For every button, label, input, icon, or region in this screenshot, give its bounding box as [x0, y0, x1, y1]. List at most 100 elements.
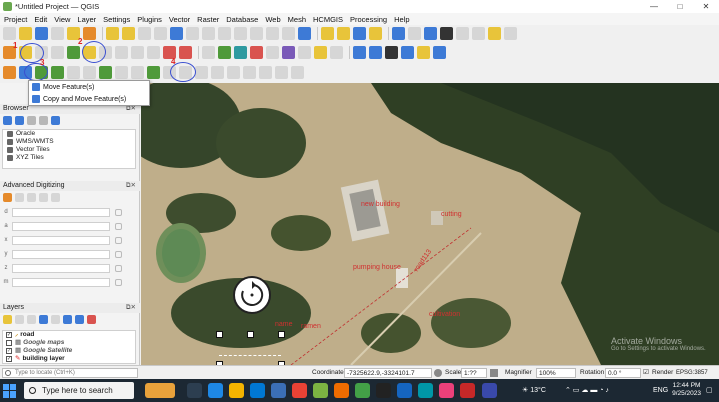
layer-item-building-layer[interactable]: ✓ ✎ building layer — [3, 355, 135, 363]
annotation-icon[interactable] — [488, 27, 501, 40]
deselect-icon[interactable] — [353, 27, 366, 40]
construction-icon[interactable] — [15, 193, 24, 202]
floater-icon[interactable] — [51, 193, 60, 202]
notification-icon[interactable]: ▢ — [706, 379, 713, 402]
panel-close-icon[interactable]: ⧉✕ — [126, 181, 136, 191]
vertex-handle[interactable] — [216, 331, 223, 338]
lock-icon[interactable] — [115, 278, 122, 286]
settings-icon[interactable] — [424, 27, 437, 40]
zoom-next-icon[interactable] — [250, 27, 263, 40]
select-features-icon[interactable] — [337, 27, 350, 40]
new-map-view-icon[interactable] — [266, 27, 279, 40]
statistics-icon[interactable] — [440, 27, 453, 40]
merge-attributes-icon[interactable] — [259, 66, 272, 79]
vscode-icon[interactable] — [397, 383, 412, 398]
help-book-icon[interactable] — [433, 45, 446, 59]
open-project-icon[interactable] — [19, 27, 32, 40]
minimize-button[interactable]: — — [641, 0, 667, 13]
filter-icon[interactable] — [27, 116, 36, 125]
app-icon[interactable] — [418, 383, 433, 398]
toolbox-icon[interactable] — [456, 27, 469, 40]
qgis-taskbar-icon[interactable] — [313, 383, 328, 398]
language-indicator[interactable]: ENG — [653, 379, 668, 402]
scale-field[interactable]: 1:?? — [461, 368, 487, 378]
zoom-last-icon[interactable] — [234, 27, 247, 40]
menu-edit[interactable]: Edit — [34, 15, 47, 24]
more-tools-icon[interactable] — [291, 66, 304, 79]
label-show-icon[interactable] — [250, 45, 263, 59]
app-icon[interactable] — [439, 383, 454, 398]
zoom-layer-icon[interactable] — [202, 27, 215, 40]
z-input[interactable] — [12, 263, 110, 273]
layer-checkbox[interactable] — [6, 340, 12, 346]
label-rotate-icon[interactable] — [282, 45, 295, 59]
snapping-icon[interactable] — [39, 193, 48, 202]
map-zoom-icon[interactable] — [353, 45, 366, 59]
save-as-icon[interactable] — [51, 27, 64, 40]
menu-help[interactable]: Help — [394, 15, 409, 24]
menu-plugins[interactable]: Plugins — [137, 15, 162, 24]
layer-icon[interactable] — [401, 45, 414, 59]
cut-features-icon[interactable] — [115, 45, 128, 59]
maximize-button[interactable]: □ — [667, 0, 693, 13]
zoom-native-icon[interactable] — [218, 27, 231, 40]
menu-mesh[interactable]: Mesh — [288, 15, 306, 24]
menu-raster[interactable]: Raster — [197, 15, 219, 24]
rotation-widget[interactable] — [233, 276, 271, 314]
panel-close-icon[interactable]: ⧉✕ — [126, 303, 136, 313]
copy-features-icon[interactable] — [131, 45, 144, 59]
map-zoom-out-icon[interactable] — [369, 45, 382, 59]
label-change-icon[interactable] — [298, 45, 311, 59]
enable-advanced-digitizing-icon[interactable] — [3, 193, 12, 202]
layer-checkbox[interactable]: ✓ — [6, 348, 12, 354]
split-parts-icon[interactable] — [227, 66, 240, 79]
label-highlight-icon[interactable] — [218, 45, 231, 59]
label-pin-icon[interactable] — [234, 45, 247, 59]
zoom-in-icon[interactable] — [138, 27, 151, 40]
vertex-tool-icon[interactable] — [67, 45, 80, 59]
delete-part-icon[interactable] — [131, 66, 144, 79]
filter-legend-icon[interactable] — [39, 315, 48, 324]
coordinate-field[interactable]: -7325622.9,-3324101.7 — [344, 368, 432, 378]
toggle-extents-icon[interactable] — [434, 369, 442, 377]
visibility-icon[interactable] — [27, 315, 36, 324]
menu-processing[interactable]: Processing — [350, 15, 387, 24]
qgis-desktop-icon[interactable] — [334, 383, 349, 398]
dropdown-item-copy-move-feature[interactable]: Copy and Move Feature(s) — [29, 93, 149, 105]
lock-icon[interactable] — [115, 208, 122, 216]
app-icon[interactable] — [355, 383, 370, 398]
expand-all-icon[interactable] — [63, 315, 72, 324]
remove-layer-icon[interactable] — [87, 315, 96, 324]
collapse-all-icon[interactable] — [75, 315, 84, 324]
collapse-icon[interactable] — [39, 116, 48, 125]
tray-icons[interactable]: ⌃ ▭ ☁ ▬ ◔ ♪ — [565, 379, 609, 402]
distance-input[interactable] — [12, 207, 110, 217]
label-text-icon[interactable] — [330, 45, 343, 59]
layer-item-google-satellite[interactable]: ✓ ▦ Google Satellite — [3, 347, 135, 355]
filter-expression-icon[interactable] — [51, 315, 60, 324]
render-checkbox[interactable]: ☑ — [643, 368, 649, 378]
refresh-icon[interactable] — [298, 27, 311, 40]
trim-extend-icon[interactable] — [195, 66, 208, 79]
crs-button[interactable]: EPSG:3857 — [676, 368, 708, 378]
add-selected-icon[interactable] — [15, 116, 24, 125]
style-manager-icon[interactable] — [83, 27, 96, 40]
menu-layer[interactable]: Layer — [77, 15, 96, 24]
label-diagram-icon[interactable] — [314, 45, 327, 59]
x-input[interactable] — [12, 235, 110, 245]
file-explorer-icon[interactable] — [229, 383, 244, 398]
label-move-icon[interactable] — [266, 45, 279, 59]
layer-item-road[interactable]: ✓ ⸝ road — [3, 331, 135, 339]
locator-input[interactable]: Type to locate (Ctrl+K) — [2, 368, 138, 378]
y-input[interactable] — [12, 249, 110, 259]
zoom-full-icon[interactable] — [170, 27, 183, 40]
delete-ring-icon[interactable] — [115, 66, 128, 79]
browser-item-vector-tiles[interactable]: Vector Tiles — [3, 146, 135, 154]
refresh-icon[interactable] — [3, 116, 12, 125]
add-part-icon[interactable] — [83, 66, 96, 79]
windows-start-icon[interactable] — [3, 383, 17, 398]
menu-settings[interactable]: Settings — [103, 15, 130, 24]
lock-icon[interactable] — [115, 222, 122, 230]
search-plugin-icon[interactable] — [504, 27, 517, 40]
menu-vector[interactable]: Vector — [169, 15, 190, 24]
